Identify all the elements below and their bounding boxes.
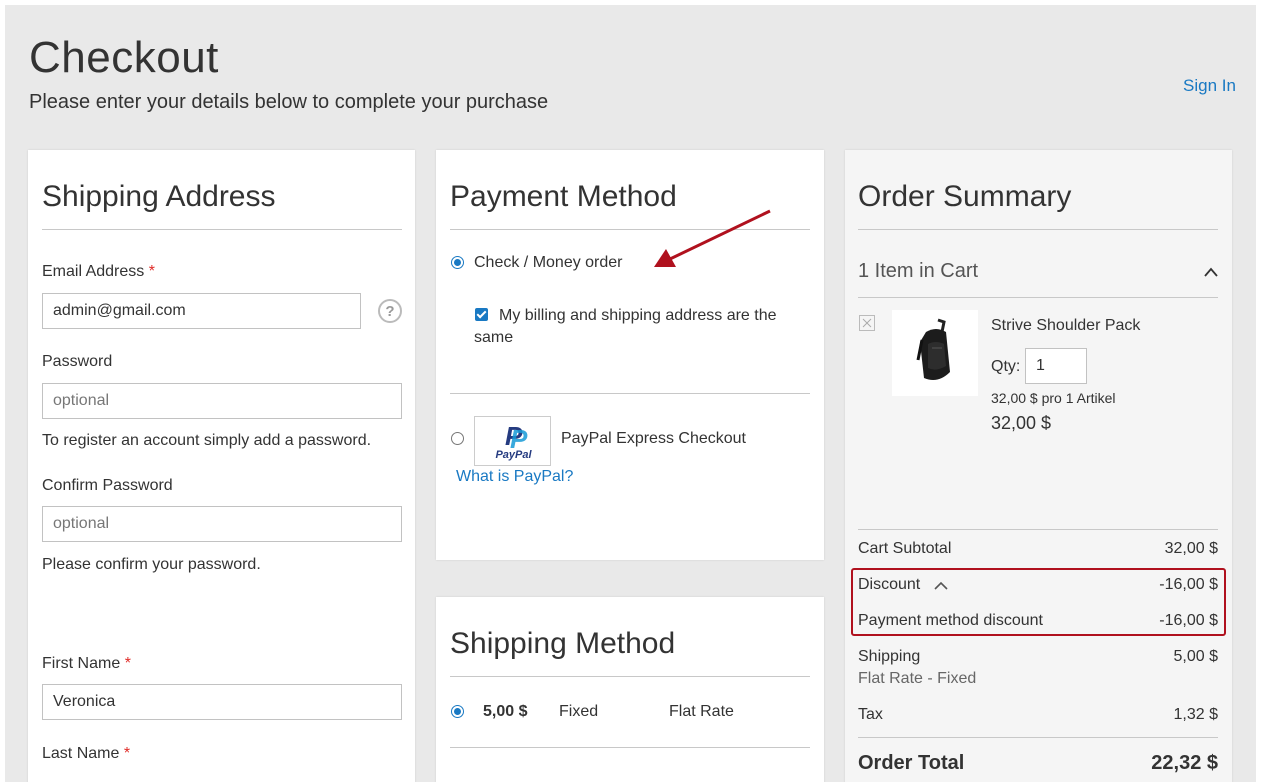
divider — [450, 393, 810, 394]
sign-in-link[interactable]: Sign In — [1183, 76, 1236, 96]
payment-method-title: Payment Method — [450, 180, 677, 213]
remove-item-icon[interactable] — [859, 315, 875, 331]
close-icon — [862, 318, 872, 328]
divider — [42, 229, 402, 230]
order-total-label: Order Total — [858, 752, 965, 774]
last-name-label-text: Last Name — [42, 745, 120, 762]
email-field[interactable]: admin@gmail.com — [42, 293, 361, 329]
product-image — [892, 310, 978, 396]
confirm-password-label: Confirm Password — [42, 477, 173, 494]
shipping-sub-label: Flat Rate - Fixed — [858, 670, 977, 687]
email-label-text: Email Address — [42, 263, 145, 280]
divider — [858, 229, 1218, 230]
unit-price: 32,00 $ pro 1 Artikel — [991, 390, 1116, 406]
confirm-password-note: Please confirm your password. — [42, 556, 261, 573]
shipping-address-title: Shipping Address — [42, 180, 276, 213]
discount-highlight-box — [851, 568, 1226, 636]
shipping-method-panel: Shipping Method 5,00 $ Fixed Flat Rate — [436, 597, 824, 782]
backpack-image — [916, 318, 950, 380]
check-money-order-radio[interactable] — [451, 256, 464, 269]
required-mark: * — [123, 745, 131, 762]
shipping-address-panel: Shipping Address Email Address * admin@g… — [28, 150, 415, 782]
page-subtitle: Please enter your details below to compl… — [29, 91, 549, 113]
order-total-value: 22,32 $ — [1151, 752, 1218, 774]
shipping-method-name: Fixed — [559, 703, 599, 720]
divider — [450, 747, 810, 748]
qty-input[interactable]: 1 — [1025, 348, 1087, 384]
shipping-price: 5,00 $ — [483, 703, 528, 720]
qty-label: Qty: — [991, 358, 1021, 375]
paypal-logo: P P PayPal — [474, 416, 551, 466]
divider — [450, 676, 810, 677]
required-mark: * — [124, 655, 131, 672]
first-name-field[interactable]: Veronica — [42, 684, 402, 720]
items-in-cart-toggle[interactable]: 1 Item in Cart — [858, 260, 978, 283]
password-field[interactable]: optional — [42, 383, 402, 419]
confirm-password-field[interactable]: optional — [42, 506, 402, 542]
divider — [858, 737, 1218, 738]
first-name-label-text: First Name — [42, 655, 121, 672]
chevron-up-icon[interactable] — [1204, 267, 1218, 277]
product-name[interactable]: Strive Shoulder Pack — [991, 317, 1140, 335]
question-circle-icon[interactable]: ? — [378, 299, 402, 323]
checkout-page: Checkout Please enter your details below… — [5, 5, 1256, 782]
tax-value: 1,32 $ — [1173, 706, 1218, 723]
product-price: 32,00 $ — [991, 413, 1052, 433]
paypal-label[interactable]: PayPal Express Checkout — [561, 430, 746, 448]
shipping-label: Shipping — [858, 648, 921, 665]
what-is-paypal-link[interactable]: What is PayPal? — [456, 468, 573, 486]
first-name-label: First Name * — [42, 655, 131, 673]
password-note: To register an account simply add a pass… — [42, 432, 372, 449]
flat-rate-radio[interactable] — [451, 705, 464, 718]
email-label: Email Address * — [42, 263, 155, 281]
required-mark: * — [148, 263, 155, 280]
page-title: Checkout — [29, 33, 219, 82]
divider — [858, 297, 1218, 298]
password-label: Password — [42, 353, 113, 370]
red-arrow-annotation — [654, 209, 771, 267]
paypal-logo-text: PayPal — [495, 449, 532, 461]
last-name-label: Last Name * — [42, 745, 130, 763]
order-summary-title: Order Summary — [858, 180, 1072, 213]
shipping-method-title: Shipping Method — [450, 627, 676, 660]
tax-label: Tax — [858, 706, 883, 723]
shipping-carrier-name: Flat Rate — [669, 703, 734, 720]
cart-subtotal-label: Cart Subtotal — [858, 540, 952, 557]
billing-same-label[interactable]: My billing and shipping address are the … — [474, 305, 784, 349]
shipping-value: 5,00 $ — [1173, 648, 1218, 665]
order-summary-panel: Order Summary 1 Item in Cart Strive Shou… — [845, 150, 1232, 782]
paypal-radio[interactable] — [451, 432, 464, 445]
check-money-order-label[interactable]: Check / Money order — [474, 254, 623, 272]
divider — [858, 529, 1218, 530]
cart-subtotal-value: 32,00 $ — [1164, 540, 1218, 557]
